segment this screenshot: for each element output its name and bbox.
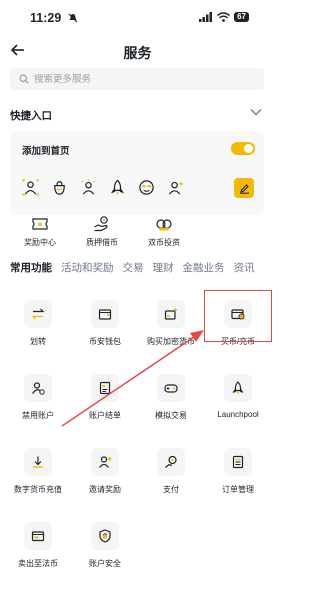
search-icon [19,74,29,84]
service-item-disable-account[interactable]: 禁用账户 [5,374,71,421]
signal-icon [199,12,213,22]
service-item-account-security[interactable]: 账户安全 [72,522,138,569]
shield-lock-icon [99,529,111,543]
service-label: 支付 [163,485,179,494]
quick-entry-card: 添加到首页 [10,131,264,215]
status-time: 11:29 [30,11,62,25]
service-label: 账户结单 [89,411,121,420]
quick-entry-title: 快捷入口 [10,110,52,122]
card-plus-icon [164,308,178,320]
wifi-icon [217,12,231,22]
service-item-mock-trading[interactable]: 模拟交易 [138,374,204,421]
invite-user-icon [99,456,112,468]
sell-fiat-icon [31,531,45,542]
face-sunglasses-icon[interactable] [138,179,155,196]
hand-coin-icon [94,216,108,232]
tab-common-functions[interactable]: 常用功能 [10,260,52,275]
service-item-invite-rewards[interactable]: 邀请奖励 [72,448,138,495]
service-label: 卖出至法币 [18,559,58,568]
service-item-transfer[interactable]: 划转 [5,300,71,347]
tab-trading[interactable]: 交易 [123,260,144,275]
toggle-knob [244,144,253,153]
pay-icon [165,455,177,468]
search-bar[interactable] [10,68,264,90]
service-label: 数字货币充值 [14,485,62,494]
page-header: 服务 [0,38,275,66]
pencil-icon [239,183,249,194]
order-list-icon [232,455,244,469]
add-to-home-label: 添加到首页 [22,146,70,157]
service-label: Launchpool [217,410,259,419]
service-item-sell-to-fiat[interactable]: 卖出至法币 [5,522,71,569]
bell-muted-icon [68,13,78,23]
edit-button[interactable] [234,178,254,198]
quick-item-label: 双币投资 [148,238,180,247]
status-bar: 11:29 67 [0,0,275,32]
quick-item-label: 质押借币 [86,238,118,247]
service-item-buy-crypto[interactable]: 购买加密货币 [138,300,204,347]
quick-item-row: 奖励中心 质押借币 双币投资 [0,215,275,259]
service-item-pay[interactable]: 支付 [138,448,204,495]
service-item-launchpool[interactable]: Launchpool [205,374,271,419]
lock-bag-icon[interactable] [51,179,68,196]
rocket-icon[interactable] [109,179,126,196]
page-title: 服务 [123,45,152,61]
category-tabs: 常用功能 活动和奖励 交易 理财 金融业务 资讯 [10,258,275,280]
user-disable-icon [32,382,45,395]
service-label: 划转 [30,337,46,346]
service-label: 邀请奖励 [89,485,121,494]
user-group-icon[interactable] [22,179,39,196]
download-icon [33,456,43,468]
tab-wealth[interactable]: 理财 [153,260,174,275]
service-label: 币安钱包 [89,337,121,346]
tab-finance[interactable]: 金融业务 [183,260,225,275]
quick-icon-row [22,179,184,196]
service-label: 禁用账户 [22,411,54,420]
service-item-crypto-deposit[interactable]: 数字货币充值 [5,448,71,495]
chevron-down-icon[interactable] [250,108,262,116]
service-label: 购买加密货币 [147,337,195,346]
quick-item-pledge-loan[interactable]: 质押借币 [72,215,132,248]
status-indicators: 67 [199,12,249,22]
service-item-account-statement[interactable]: 账户结单 [72,374,138,421]
quick-entry-header[interactable]: 快捷入口 [10,106,264,124]
rocket-icon [232,381,244,394]
highlight-box [204,290,272,342]
double-coin-icon [156,219,172,231]
service-item-order-management[interactable]: 订单管理 [205,448,271,495]
tab-activities-rewards[interactable]: 活动和奖励 [61,260,114,275]
quick-item-label: 奖励中心 [24,238,56,247]
service-label: 账户安全 [89,559,121,568]
gamepad-icon [164,384,178,393]
add-to-home-toggle[interactable] [231,142,255,155]
service-label: 订单管理 [222,485,254,494]
user-plus-icon[interactable] [167,179,184,196]
service-label: 模拟交易 [155,411,187,420]
ticket-icon [32,218,48,230]
tab-news[interactable]: 资讯 [234,260,255,275]
statement-icon [99,381,111,395]
service-item-binance-wallet[interactable]: 币安钱包 [72,300,138,347]
quick-item-rewards[interactable]: 奖励中心 [10,215,70,248]
user-sparkle-icon[interactable] [80,179,97,196]
wallet-icon [98,309,112,320]
quick-item-dual-investment[interactable]: 双币投资 [134,215,194,248]
battery-indicator: 67 [234,12,249,22]
transfer-icon [31,308,45,320]
search-input[interactable] [34,73,234,85]
